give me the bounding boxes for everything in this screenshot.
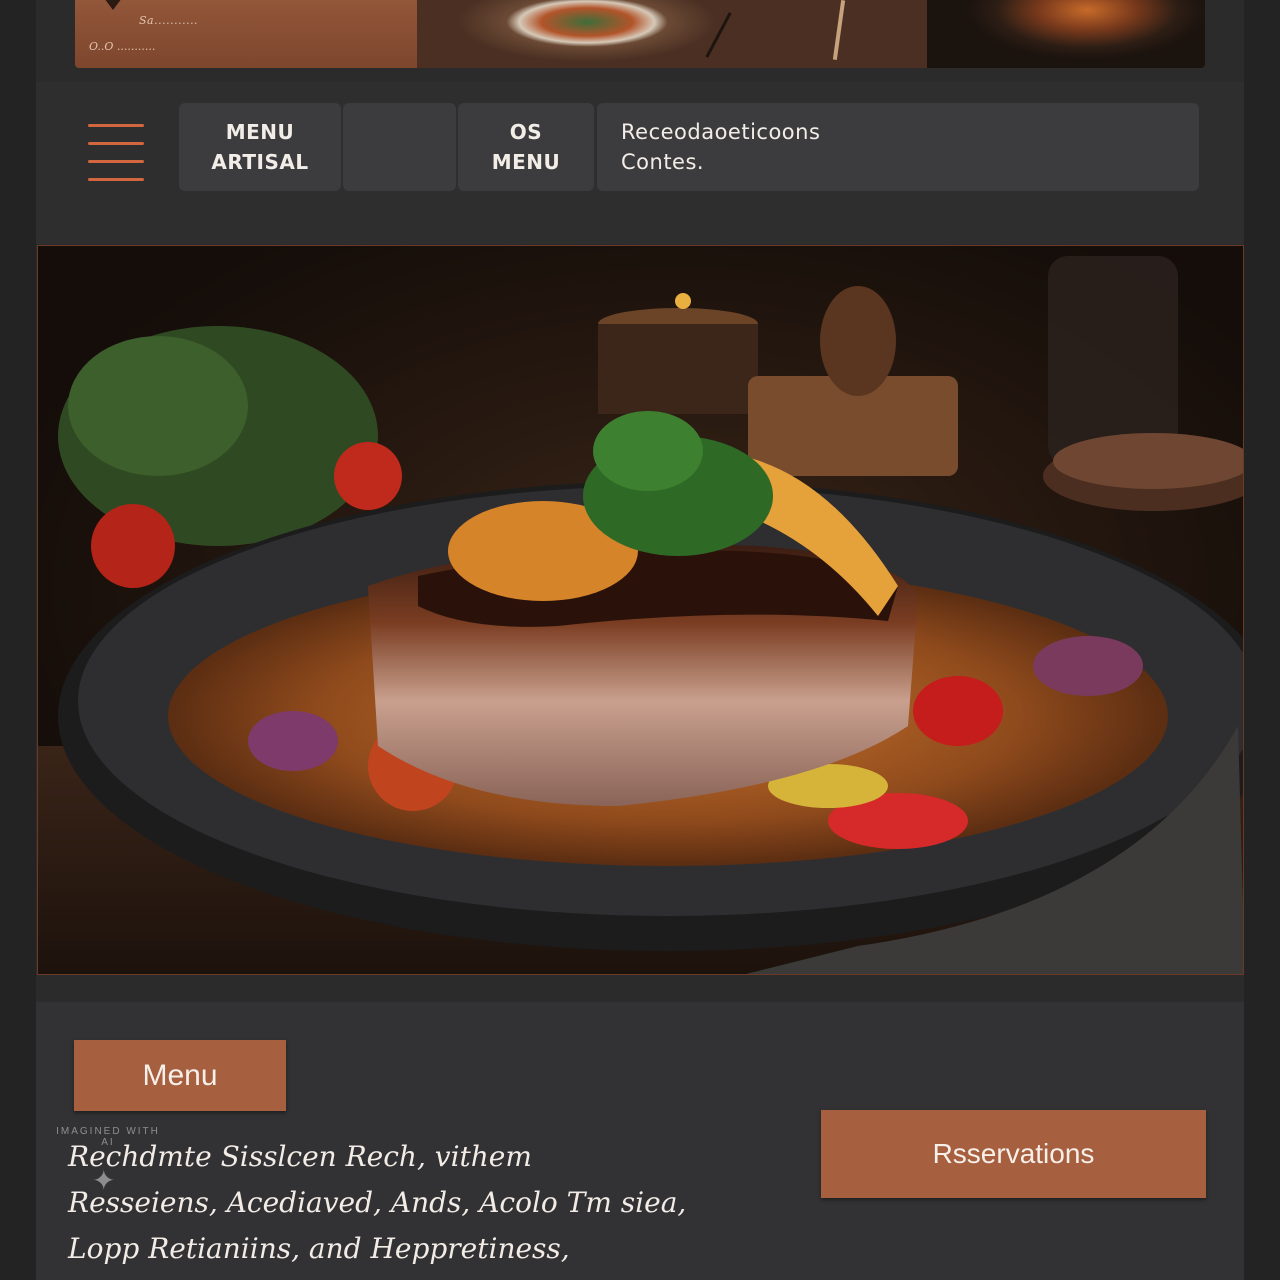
description-line: Resseiens, Acediaved, Ands, Acolo Tm sie… <box>68 1186 687 1219</box>
description-line: Rechdmte Sisslcen Rech, vithem <box>68 1140 532 1173</box>
banner-brand-panel: Sa........... O..O ........... <box>75 0 417 68</box>
nav-info-box: Receodaoeticoons Contes. <box>597 103 1199 191</box>
watermark-label: IMAGINED WITH AI <box>56 1126 160 1148</box>
banner-tagline: Sa........... <box>139 14 199 27</box>
description-line: Lopp Retianiins, and Heppretiness, <box>68 1232 570 1265</box>
top-banner: Sa........... O..O ........... <box>75 0 1205 68</box>
nav-menu-artisan[interactable]: MENU ARTISAL <box>179 103 341 191</box>
nav-label: MENU <box>225 120 295 144</box>
nav-info-line: Contes. <box>621 150 705 174</box>
knife-image <box>705 12 732 58</box>
banner-food-photo-2 <box>927 0 1205 68</box>
hero-food-image <box>37 245 1244 975</box>
nav-info-line: Receodaoeticoons <box>621 120 821 144</box>
nav-blank-tab[interactable] <box>343 103 456 191</box>
description-text: Rechdmte Sisslcen Rech, vithem Resseiens… <box>68 1134 788 1272</box>
nav-label: MENU <box>491 150 561 174</box>
utensil-image <box>832 0 846 60</box>
nav-label: ARTISAL <box>211 150 309 174</box>
menu-button[interactable]: Menu <box>74 1040 286 1111</box>
nav-menu-os[interactable]: OS MENU <box>458 103 594 191</box>
hamburger-menu-icon[interactable] <box>88 122 144 182</box>
reservations-button[interactable]: Rsservations <box>821 1110 1206 1198</box>
ai-watermark: IMAGINED WITH AI ✦ <box>56 1124 160 1228</box>
banner-contact: O..O ........... <box>89 40 156 53</box>
logo-icon <box>101 0 125 10</box>
hero-illustration <box>38 256 1243 974</box>
sparkle-icon: ✦ <box>92 1165 116 1196</box>
nav-label: OS <box>509 120 543 144</box>
banner-food-photo <box>417 0 927 68</box>
